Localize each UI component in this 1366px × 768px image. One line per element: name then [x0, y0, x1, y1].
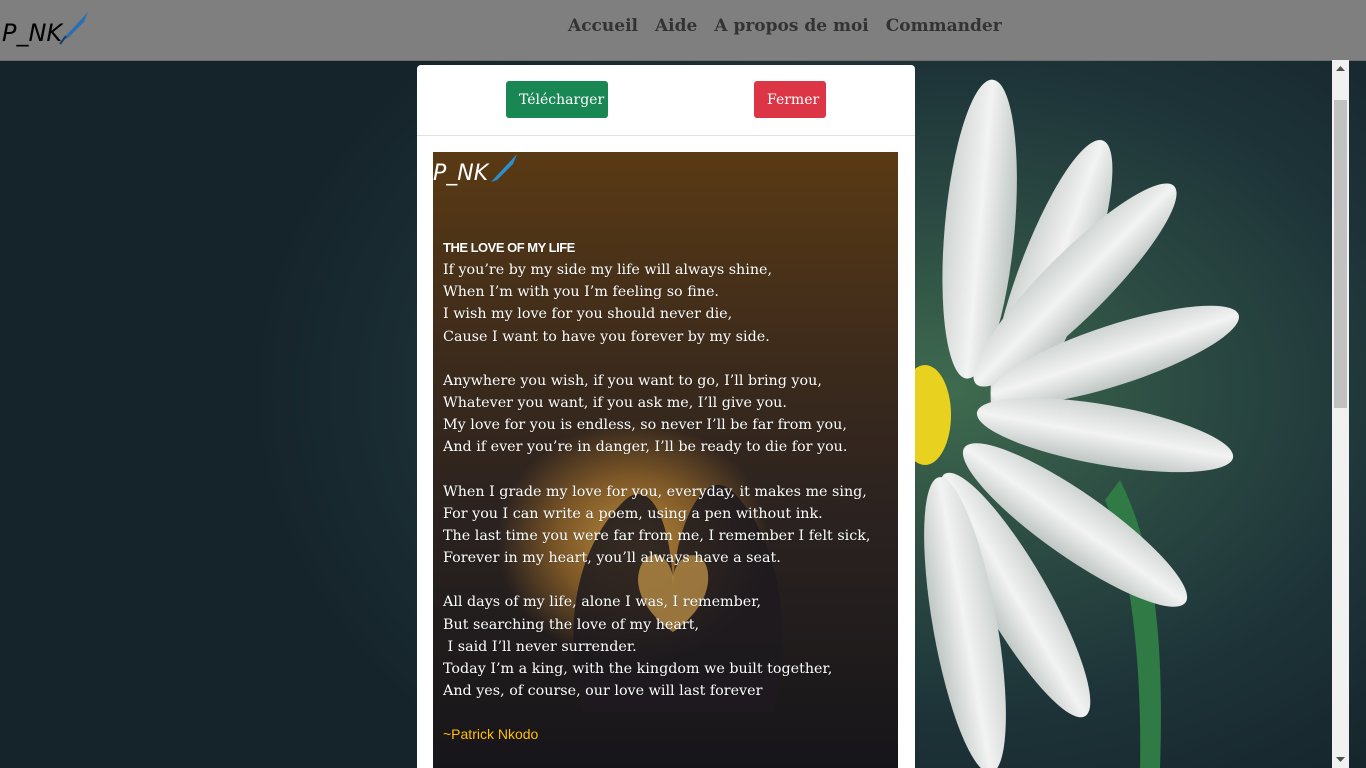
- triangle-up-icon[interactable]: [1332, 60, 1349, 77]
- poem-stanza: All days of my life, alone I was, I reme…: [443, 594, 833, 700]
- poem: THE LOVE OF MY LIFE If you’re by my side…: [443, 238, 893, 746]
- poem-stanza: If you’re by my side my life will always…: [443, 262, 773, 345]
- nav-aide[interactable]: Aide: [655, 16, 697, 36]
- nav-a-propos[interactable]: A propos de moi: [714, 16, 868, 36]
- nav-commander[interactable]: Commander: [886, 16, 1002, 36]
- close-button[interactable]: Fermer: [754, 81, 826, 118]
- poem-author: ~Patrick Nkodo: [443, 726, 539, 743]
- nav-accueil[interactable]: Accueil: [568, 16, 638, 36]
- brand-logo[interactable]: P_NK: [2, 8, 94, 48]
- poem-stanza: When I grade my love for you, everyday, …: [443, 483, 871, 567]
- scrollbar[interactable]: [1332, 60, 1349, 768]
- poem-stanza: Anywhere you wish, if you want to go, I’…: [443, 372, 848, 456]
- card-brand-text: P_NK: [433, 161, 490, 186]
- nav-links: Accueil Aide A propos de moi Commander: [568, 16, 1002, 36]
- download-button[interactable]: Télécharger: [506, 81, 608, 118]
- card-logo: P_NK: [433, 154, 517, 186]
- poem-card: P_NK THE LOVE OF MY LIFE If you’re by my…: [433, 152, 898, 768]
- scrollbar-thumb[interactable]: [1334, 100, 1347, 408]
- navbar: P_NK Accueil Aide A propos de moi Comman…: [0, 0, 1366, 61]
- brand-text: P_NK: [2, 19, 64, 47]
- poem-modal: Télécharger Fermer P_NK THE LOVE OF MY L…: [417, 65, 915, 768]
- poem-title: THE LOVE OF MY LIFE: [443, 240, 575, 255]
- triangle-down-icon[interactable]: [1332, 751, 1349, 768]
- quill-pen-logo-icon: P_NK: [2, 12, 88, 47]
- modal-header: Télécharger Fermer: [417, 65, 915, 136]
